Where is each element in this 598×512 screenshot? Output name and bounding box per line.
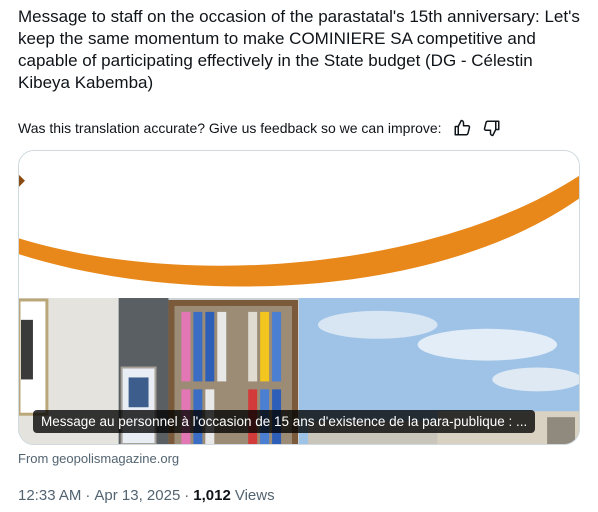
translation-feedback: Was this translation accurate? Give us f… xyxy=(18,117,502,139)
meta-separator: · xyxy=(184,487,190,504)
tweet-date[interactable]: Apr 13, 2025 xyxy=(94,487,180,504)
feedback-prompt: Was this translation accurate? Give us f… xyxy=(18,120,442,136)
link-source[interactable]: From geopolismagazine.org xyxy=(18,451,179,466)
thumbs-up-icon[interactable] xyxy=(452,118,472,138)
tweet-time[interactable]: 12:33 AM xyxy=(18,487,81,504)
meta-separator: · xyxy=(85,487,91,504)
tweet-text: Message to staff on the occasion of the … xyxy=(18,7,580,92)
link-card[interactable]: Message au personnel à l'occasion de 15 … xyxy=(18,150,580,445)
link-card-image xyxy=(19,151,579,444)
tweet-meta: 12:33 AM · Apr 13, 2025 · 1,012 Views xyxy=(18,487,275,504)
views-count: 1,012 xyxy=(193,487,231,504)
views-label: Views xyxy=(234,487,275,504)
link-card-title: Message au personnel à l'occasion de 15 … xyxy=(33,410,536,433)
thumbs-down-icon[interactable] xyxy=(482,118,502,138)
